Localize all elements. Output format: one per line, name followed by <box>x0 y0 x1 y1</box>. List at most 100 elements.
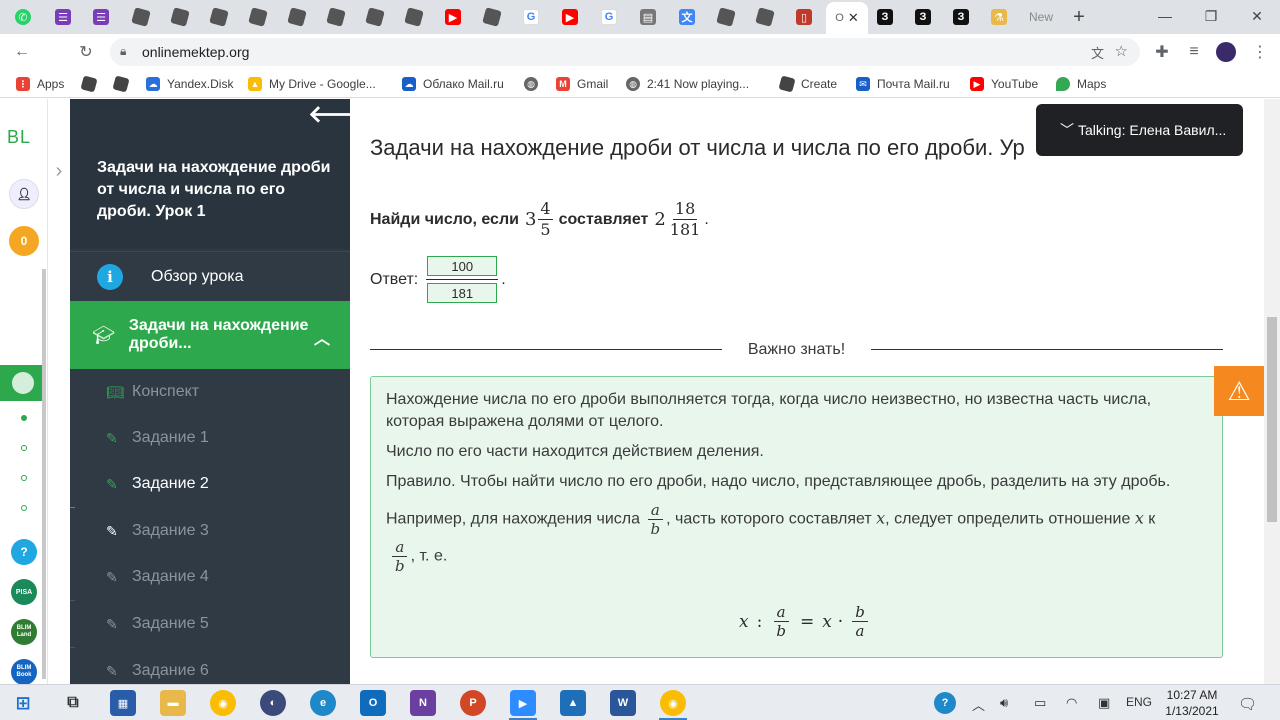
tab-google-2[interactable]: G <box>590 4 628 30</box>
sidebar-item-overview[interactable]: i Обзор урока <box>70 251 350 301</box>
coins-badge[interactable]: 0 <box>9 226 39 256</box>
address-bar[interactable]: 🔒︎ onlinemektep.org 文 ☆ <box>110 38 1140 66</box>
sidebar-item-task-2[interactable]: ✎ Задание 2 <box>70 461 350 507</box>
tab-docs[interactable]: ▯ <box>785 4 823 30</box>
tab-roblox-4[interactable] <box>239 4 277 30</box>
bookmark-maps[interactable]: Maps <box>1056 75 1106 93</box>
tab-roblox-8[interactable] <box>395 4 433 30</box>
chevron-down-icon[interactable]: ﹀ <box>1060 120 1074 140</box>
tab-roblox-5[interactable] <box>278 4 316 30</box>
bookmark-globe-1[interactable]: ◍ <box>524 75 545 93</box>
rail-dot-2[interactable] <box>21 445 27 451</box>
bookmark-roblox-1[interactable] <box>80 75 103 93</box>
chrome-active-icon[interactable]: ◉ <box>660 690 686 716</box>
menu-icon[interactable]: ⋮ <box>1250 42 1270 62</box>
tab-onenote-1[interactable]: ☰ <box>44 4 82 30</box>
page-scrollbar[interactable] <box>1264 99 1280 684</box>
network-icon[interactable]: ▣ <box>1098 695 1110 711</box>
extensions-icon[interactable]: ✚ <box>1152 42 1172 62</box>
bookmark-google-drive[interactable]: ▲ My Drive - Google... <box>248 75 376 93</box>
powerpoint-icon[interactable]: P <box>460 690 486 716</box>
clock[interactable]: 10:27 AM 1/13/2021 <box>1158 687 1226 719</box>
voice-chat-popup[interactable]: ﹀ Talking: Елена Вавил... <box>1036 104 1243 156</box>
bookmark-mailru[interactable]: ✉ Почта Mail.ru <box>856 75 950 93</box>
bookmark-youtube[interactable]: ▶ YouTube <box>970 75 1038 93</box>
tab-youtube-2[interactable]: ▶ <box>551 4 589 30</box>
close-tab-icon[interactable]: ✕ <box>848 10 859 26</box>
bookmark-apps[interactable]: ⋮ Apps <box>16 75 64 93</box>
restore-button[interactable]: ❐ <box>1188 0 1234 32</box>
scroll-thumb[interactable] <box>1267 317 1277 522</box>
outlook-icon[interactable]: O <box>360 690 386 716</box>
volume-icon[interactable]: 🔊︎ <box>1000 695 1008 711</box>
tab-whatsapp[interactable]: ✆ <box>4 4 42 30</box>
wifi-icon[interactable]: ◠ <box>1066 695 1077 711</box>
onenote-taskbar-icon[interactable]: N <box>410 690 436 716</box>
rail-active-app[interactable] <box>0 365 42 401</box>
tab-youtube-1[interactable]: ▶ <box>434 4 472 30</box>
blim-book-icon[interactable]: BLIM Book <box>11 659 37 685</box>
profile-avatar[interactable] <box>1216 42 1236 62</box>
app-icon[interactable]: ◐ <box>260 690 286 716</box>
tab-onenote-2[interactable]: ☰ <box>82 4 120 30</box>
tab-badge-3[interactable]: З <box>942 4 980 30</box>
chevron-up-icon[interactable]: ︿ <box>972 695 985 714</box>
back-button[interactable]: ← <box>12 42 32 62</box>
blim-land-icon[interactable]: BLIM Land <box>11 619 37 645</box>
tab-roblox-2[interactable] <box>161 4 199 30</box>
battery-icon[interactable]: ▭ <box>1034 695 1046 711</box>
bookmark-yandex-disk[interactable]: ☁ Yandex.Disk <box>146 75 233 93</box>
tab-roblox-9[interactable] <box>473 4 511 30</box>
bookmark-now-playing[interactable]: ◍ 2:41 Now playing... <box>626 75 749 93</box>
help-tray-icon[interactable]: ? <box>934 692 956 714</box>
sidebar-item-task-3[interactable]: ✎ Задание 3 <box>70 508 350 554</box>
tab-sheets[interactable]: ▤ <box>629 4 667 30</box>
chevron-up-icon[interactable]: ︿ <box>314 325 330 349</box>
close-window-button[interactable]: ✕ <box>1234 0 1280 32</box>
media-control-icon[interactable]: ≡ <box>1184 42 1204 62</box>
numerator-input[interactable]: 100 <box>427 256 498 276</box>
user-avatar[interactable]: 👤︎ <box>9 179 39 209</box>
bookmark-gmail[interactable]: M Gmail <box>556 75 608 93</box>
tab-new[interactable]: New <box>1020 4 1062 30</box>
edge-icon[interactable]: e <box>310 690 336 716</box>
tab-badge-1[interactable]: З <box>866 4 904 30</box>
photos-icon[interactable]: ▲ <box>560 690 586 716</box>
sidebar-item-task-5[interactable]: ✎ Задание 5 <box>70 601 350 647</box>
tab-badge-2[interactable]: З <box>904 4 942 30</box>
chrome-icon[interactable]: ◉ <box>210 690 236 716</box>
sidebar-item-konspekt[interactable]: 📖︎ Конспект <box>70 369 350 415</box>
notifications-icon[interactable]: 🗨︎ <box>1238 695 1257 713</box>
tab-roblox-7[interactable] <box>356 4 394 30</box>
tab-onlinemektep-active[interactable]: О ✕ <box>826 2 868 34</box>
tab-translate[interactable]: 文 <box>668 4 706 30</box>
tab-roblox-10[interactable] <box>707 4 745 30</box>
tab-google-1[interactable]: G <box>512 4 550 30</box>
sidebar-section-active[interactable]: 🎓︎ Задачи на нахождение дроби... ︿ <box>70 301 350 369</box>
language-indicator[interactable]: ENG <box>1126 695 1152 709</box>
rail-dot-1[interactable] <box>21 415 27 421</box>
pisa-app-icon[interactable]: PISA <box>11 579 37 605</box>
report-problem-button[interactable]: ⚠ <box>1214 366 1264 416</box>
bookmark-mailru-cloud[interactable]: ☁ Облако Mail.ru <box>402 75 504 93</box>
sidebar-item-task-6[interactable]: ✎ Задание 6 <box>70 648 350 684</box>
zoom-icon[interactable]: ▶ <box>510 690 536 716</box>
expand-rail-button[interactable]: › <box>48 150 70 192</box>
tab-flask[interactable]: ⚗ <box>980 4 1018 30</box>
help-icon[interactable]: ? <box>11 539 37 565</box>
rail-dot-4[interactable] <box>21 505 27 511</box>
bookmark-star-icon[interactable]: ☆ <box>1115 42 1128 60</box>
bookmark-create[interactable]: Create <box>778 75 837 93</box>
windows-start-icon[interactable]: ⊞ <box>10 690 36 716</box>
bookmark-roblox-2[interactable] <box>112 75 135 93</box>
tab-roblox-3[interactable] <box>200 4 238 30</box>
translate-page-icon[interactable]: 文 <box>1091 43 1104 62</box>
minimize-button[interactable]: — <box>1142 0 1188 32</box>
task-view-icon[interactable]: ⧉ <box>60 690 86 716</box>
rail-scrollbar[interactable] <box>42 269 46 679</box>
sidebar-item-task-4[interactable]: ✎ Задание 4 <box>70 554 350 600</box>
reload-button[interactable]: ↻ <box>76 42 96 62</box>
new-tab-button[interactable]: + <box>1060 4 1098 30</box>
photos-app-icon[interactable]: ▦ <box>110 690 136 716</box>
rail-dot-3[interactable] <box>21 475 27 481</box>
